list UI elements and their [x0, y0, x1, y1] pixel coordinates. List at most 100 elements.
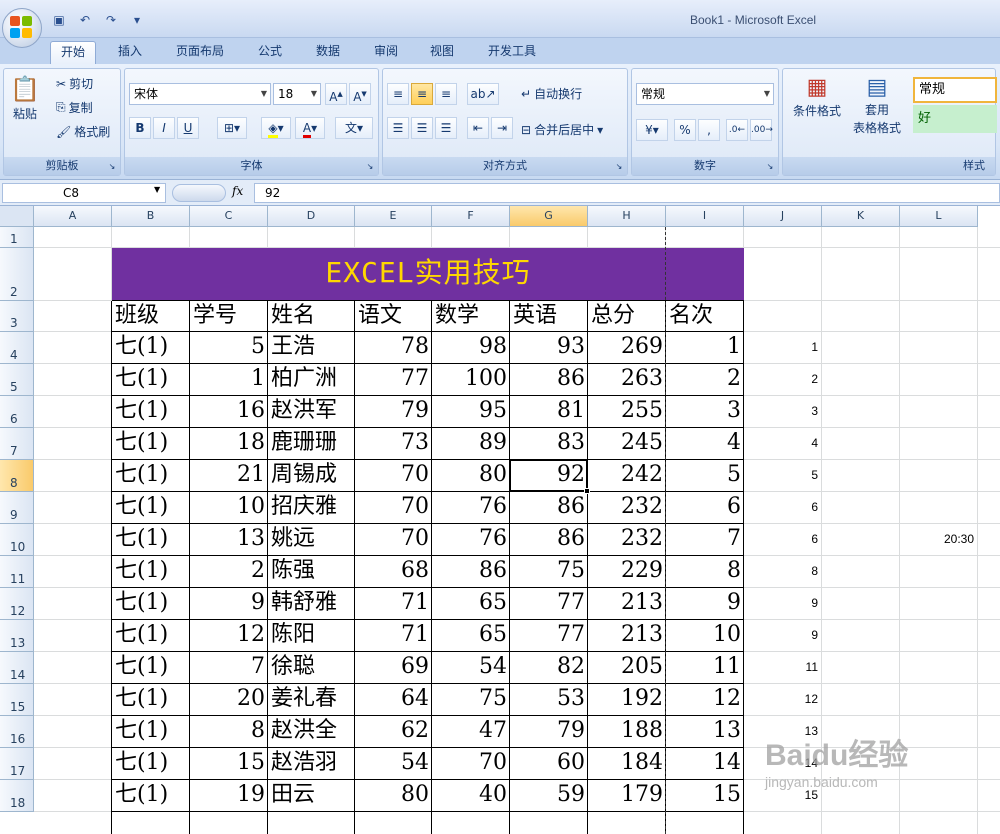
table-cell[interactable]: 21: [190, 460, 268, 492]
table-cell[interactable]: 69: [355, 652, 432, 684]
table-cell[interactable]: 12: [666, 684, 744, 716]
table-cell[interactable]: 54: [432, 652, 510, 684]
cut-button[interactable]: ✂ 剪切: [56, 75, 93, 92]
row-header[interactable]: 11: [0, 556, 34, 588]
format-as-table-button[interactable]: ▤ 套用 表格格式: [845, 75, 909, 136]
tab-developer[interactable]: 开发工具: [478, 41, 546, 64]
column-header[interactable]: G: [510, 206, 588, 227]
table-cell[interactable]: 9: [666, 588, 744, 620]
table-cell[interactable]: 七(1): [112, 684, 190, 716]
table-cell[interactable]: 田云: [268, 780, 355, 812]
table-cell[interactable]: 229: [588, 556, 666, 588]
conditional-format-button[interactable]: ▦ 条件格式: [787, 75, 847, 119]
sheet-title-banner[interactable]: EXCEL实用技巧: [112, 248, 744, 301]
table-cell[interactable]: 93: [510, 332, 588, 364]
italic-button[interactable]: I: [153, 117, 175, 139]
save-icon[interactable]: ▣: [48, 10, 70, 30]
table-cell[interactable]: 76: [432, 492, 510, 524]
table-cell[interactable]: 255: [588, 396, 666, 428]
orientation-button[interactable]: ab↗: [467, 83, 499, 105]
table-header-cell[interactable]: 总分: [588, 301, 666, 332]
table-cell[interactable]: 徐聪: [268, 652, 355, 684]
table-cell[interactable]: 赵洪全: [268, 716, 355, 748]
table-cell[interactable]: 6: [666, 492, 744, 524]
table-cell[interactable]: 陈强: [268, 556, 355, 588]
table-cell[interactable]: 赵浩羽: [268, 748, 355, 780]
table-cell[interactable]: 赵洪军: [268, 396, 355, 428]
row-header[interactable]: 3: [0, 301, 34, 332]
undo-icon[interactable]: ↶: [74, 10, 96, 30]
rank-helper-cell[interactable]: 5: [744, 460, 822, 492]
row-header[interactable]: 12: [0, 588, 34, 620]
table-cell[interactable]: 70: [355, 460, 432, 492]
table-cell[interactable]: 19: [190, 780, 268, 812]
table-cell[interactable]: 8: [190, 716, 268, 748]
redo-icon[interactable]: ↷: [100, 10, 122, 30]
percent-button[interactable]: %: [674, 119, 696, 141]
table-cell[interactable]: 15: [190, 748, 268, 780]
active-cell-cursor[interactable]: [509, 459, 588, 492]
table-cell[interactable]: 70: [432, 748, 510, 780]
table-cell[interactable]: 1: [666, 332, 744, 364]
table-header-cell[interactable]: 学号: [190, 301, 268, 332]
tab-insert[interactable]: 插入: [108, 41, 152, 64]
row-header[interactable]: 4: [0, 332, 34, 364]
style-good[interactable]: 好: [913, 105, 997, 133]
timestamp-cell[interactable]: 20:30: [900, 524, 978, 556]
table-cell[interactable]: 65: [432, 620, 510, 652]
row-header[interactable]: 7: [0, 428, 34, 460]
table-cell[interactable]: 七(1): [112, 428, 190, 460]
table-cell[interactable]: 王浩: [268, 332, 355, 364]
table-cell[interactable]: 七(1): [112, 716, 190, 748]
table-cell[interactable]: 80: [432, 460, 510, 492]
column-header[interactable]: I: [666, 206, 744, 227]
table-cell[interactable]: 七(1): [112, 556, 190, 588]
table-cell[interactable]: 韩舒雅: [268, 588, 355, 620]
table-cell[interactable]: 59: [510, 780, 588, 812]
table-cell[interactable]: 213: [588, 620, 666, 652]
table-cell[interactable]: 64: [355, 684, 432, 716]
table-cell[interactable]: 13: [190, 524, 268, 556]
table-cell[interactable]: 9: [190, 588, 268, 620]
table-cell[interactable]: 70: [355, 492, 432, 524]
comma-button[interactable]: ,: [698, 119, 720, 141]
decrease-indent-button[interactable]: ⇤: [467, 117, 489, 139]
table-cell[interactable]: 2: [190, 556, 268, 588]
column-header[interactable]: B: [112, 206, 190, 227]
tab-page-layout[interactable]: 页面布局: [166, 41, 234, 64]
rank-helper-cell[interactable]: 6: [744, 492, 822, 524]
insert-function-button[interactable]: fx: [232, 184, 243, 198]
column-header[interactable]: J: [744, 206, 822, 227]
format-painter-button[interactable]: 🖌 格式刷: [56, 123, 110, 140]
row-header[interactable]: 9: [0, 492, 34, 524]
increase-indent-button[interactable]: ⇥: [491, 117, 513, 139]
table-cell[interactable]: 263: [588, 364, 666, 396]
select-all-button[interactable]: [0, 206, 34, 227]
align-bottom-button[interactable]: ≡: [435, 83, 457, 105]
table-cell[interactable]: 86: [510, 364, 588, 396]
table-cell[interactable]: 184: [588, 748, 666, 780]
table-cell[interactable]: 七(1): [112, 364, 190, 396]
table-cell[interactable]: 2: [666, 364, 744, 396]
table-cell[interactable]: 81: [510, 396, 588, 428]
fill-handle[interactable]: [584, 488, 590, 494]
table-cell[interactable]: 77: [355, 364, 432, 396]
table-cell[interactable]: 鹿珊珊: [268, 428, 355, 460]
table-cell[interactable]: 14: [666, 748, 744, 780]
rank-helper-cell[interactable]: 8: [744, 556, 822, 588]
table-cell[interactable]: 82: [510, 652, 588, 684]
table-cell[interactable]: 86: [510, 492, 588, 524]
table-cell[interactable]: 7: [666, 524, 744, 556]
chevron-down-icon[interactable]: ▼: [154, 185, 160, 194]
table-cell[interactable]: 205: [588, 652, 666, 684]
table-cell[interactable]: 18: [190, 428, 268, 460]
table-cell[interactable]: 77: [510, 620, 588, 652]
name-box[interactable]: C8: [2, 183, 166, 203]
font-name-select[interactable]: 宋体 ▼: [129, 83, 271, 105]
table-cell[interactable]: 5: [666, 460, 744, 492]
table-cell[interactable]: 54: [355, 748, 432, 780]
phonetic-button[interactable]: 文▾: [335, 117, 373, 139]
table-cell[interactable]: 71: [355, 588, 432, 620]
column-header[interactable]: A: [34, 206, 112, 227]
increase-decimal-button[interactable]: .0←: [726, 119, 748, 141]
